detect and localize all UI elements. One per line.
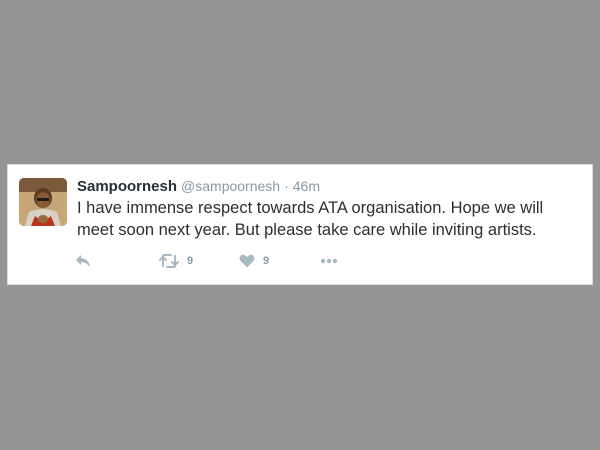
tweet-timestamp[interactable]: 46m <box>293 178 320 194</box>
tweet-text: I have immense respect towards ATA organ… <box>77 199 544 239</box>
retweet-icon <box>159 254 179 268</box>
user-display-name[interactable]: Sampoornesh <box>77 178 177 195</box>
heart-icon <box>239 254 255 268</box>
profile-photo-icon <box>19 178 67 226</box>
like-count: 9 <box>263 255 270 267</box>
more-options-icon <box>320 258 338 264</box>
avatar[interactable] <box>19 178 67 226</box>
tweet-actions: 9 9 <box>8 249 592 273</box>
retweet-count: 9 <box>187 255 194 267</box>
like-button[interactable]: 9 <box>239 249 269 273</box>
more-options-button[interactable] <box>320 249 338 273</box>
tweet-header: Sampoornesh @sampoornesh · 46m <box>77 177 320 196</box>
retweet-button[interactable]: 9 <box>159 249 193 273</box>
separator-dot: · <box>284 178 289 194</box>
user-handle[interactable]: @sampoornesh <box>181 178 280 194</box>
reply-button[interactable] <box>75 249 91 273</box>
tweet-card: Sampoornesh @sampoornesh · 46m I have immen… <box>7 164 593 285</box>
reply-icon <box>76 255 90 267</box>
